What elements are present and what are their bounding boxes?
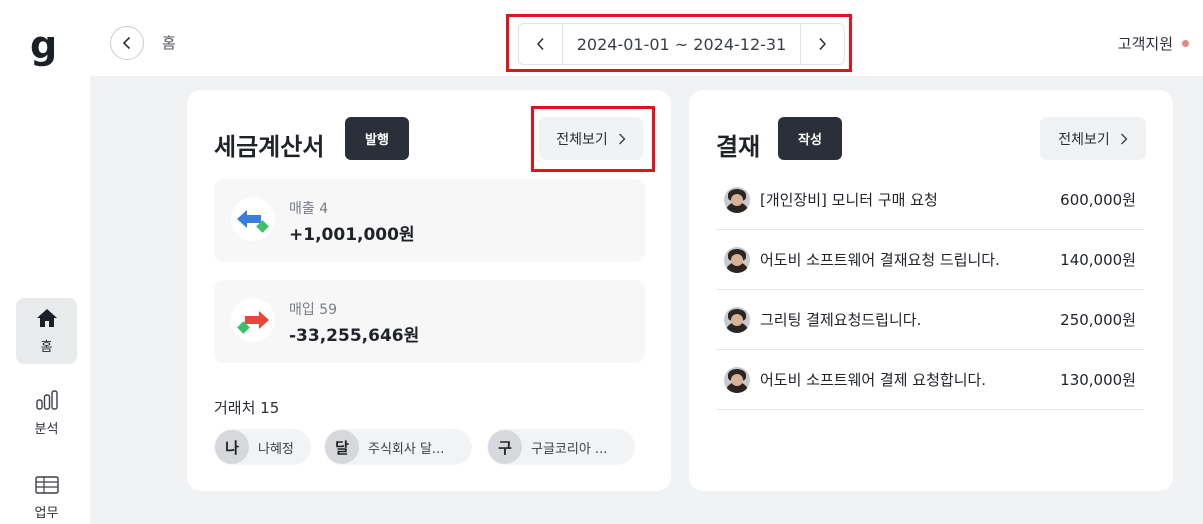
approval-amount: 600,000원 [1060, 191, 1136, 209]
approval-row[interactable]: 어도비 소프트웨어 결재요청 드립니다. 140,000원 [716, 230, 1144, 290]
chevron-left-icon [122, 36, 131, 50]
partner-chip[interactable]: 나 나혜정 [214, 429, 311, 465]
chevron-right-icon [618, 133, 626, 144]
partner-name: 나혜정 [258, 441, 294, 457]
date-range-label[interactable]: 2024-01-01 ~ 2024-12-31 [563, 24, 800, 64]
prev-period-button[interactable] [519, 24, 563, 64]
chevron-right-icon [1120, 133, 1128, 144]
back-button[interactable] [110, 26, 144, 60]
sidebar-item-work[interactable]: 업무 [16, 470, 77, 524]
tax-invoice-title: 세금계산서 [214, 133, 325, 161]
approval-row[interactable]: 그리팅 결제요청드립니다. 250,000원 [716, 290, 1144, 350]
partners-title: 거래처 15 [214, 399, 280, 417]
avatar [724, 366, 750, 393]
support-label: 고객지원 [1117, 35, 1173, 53]
view-all-label: 전체보기 [556, 131, 608, 148]
chevron-left-icon [536, 37, 544, 51]
top-bar: 홈 2024-01-01 ~ 2024-12-31 고객지원 [90, 0, 1203, 76]
partner-avatar: 달 [325, 430, 359, 464]
tax-invoice-card: 세금계산서 발행 전체보기 매출 4 +1,001,000원 매입 59 -33… [187, 90, 671, 491]
approval-title-text: 어도비 소프트웨어 결제 요청합니다. [760, 371, 987, 389]
sidebar: g 홈 분석 업무 [0, 0, 90, 524]
approval-card: 결재 작성 전체보기 [개인장비] 모니터 구매 요청 600,000원 어도비… [689, 90, 1173, 491]
purchase-amount: -33,255,646원 [289, 326, 420, 346]
home-icon [36, 308, 57, 327]
view-all-label: 전체보기 [1058, 131, 1110, 148]
approval-amount: 130,000원 [1060, 371, 1136, 389]
sidebar-item-analysis[interactable]: 분석 [16, 385, 77, 441]
next-period-button[interactable] [800, 24, 844, 64]
table-icon [34, 475, 59, 494]
sales-summary[interactable]: 매출 4 +1,001,000원 [214, 179, 645, 262]
sales-icon [231, 197, 275, 241]
approval-amount: 140,000원 [1060, 251, 1136, 269]
approval-title-text: 그리팅 결제요청드립니다. [760, 311, 922, 329]
approval-row[interactable]: [개인장비] 모니터 구매 요청 600,000원 [716, 170, 1144, 230]
date-range-navigator: 2024-01-01 ~ 2024-12-31 [518, 23, 845, 65]
write-button[interactable]: 작성 [778, 117, 842, 160]
partner-name: 주식회사 달... [368, 441, 445, 457]
partner-avatar: 나 [215, 430, 249, 464]
approval-title-text: [개인장비] 모니터 구매 요청 [760, 191, 938, 209]
sidebar-item-label: 홈 [40, 339, 53, 355]
tax-view-all-button[interactable]: 전체보기 [539, 117, 643, 160]
approval-amount: 250,000원 [1060, 311, 1136, 329]
approval-title: 결재 [716, 133, 761, 161]
approval-row[interactable]: 어도비 소프트웨어 결제 요청합니다. 130,000원 [716, 350, 1144, 410]
approval-view-all-button[interactable]: 전체보기 [1040, 117, 1146, 160]
bar-chart-icon [35, 389, 58, 410]
partner-name: 구글코리아 ... [531, 441, 608, 457]
sidebar-item-label: 업무 [34, 505, 59, 521]
purchase-icon [231, 298, 275, 342]
avatar [724, 306, 750, 333]
breadcrumb: 홈 [162, 34, 176, 52]
partner-chip[interactable]: 달 주식회사 달... [324, 429, 472, 465]
partner-chip[interactable]: 구 구글코리아 ... [487, 429, 635, 465]
avatar [724, 246, 750, 273]
purchase-summary[interactable]: 매입 59 -33,255,646원 [214, 280, 645, 363]
sales-amount: +1,001,000원 [289, 225, 415, 245]
avatar [724, 186, 750, 213]
status-dot [1182, 40, 1189, 47]
chevron-right-icon [819, 37, 827, 51]
sales-label: 매출 4 [289, 201, 329, 217]
sidebar-item-label: 분석 [34, 421, 59, 437]
partner-avatar: 구 [488, 430, 522, 464]
approval-title-text: 어도비 소프트웨어 결재요청 드립니다. [760, 251, 1000, 269]
sidebar-item-home[interactable]: 홈 [16, 298, 77, 364]
customer-support-link[interactable]: 고객지원 [1118, 33, 1189, 54]
app-logo[interactable]: g [30, 26, 57, 64]
purchase-label: 매입 59 [289, 302, 338, 318]
issue-button[interactable]: 발행 [345, 117, 409, 160]
